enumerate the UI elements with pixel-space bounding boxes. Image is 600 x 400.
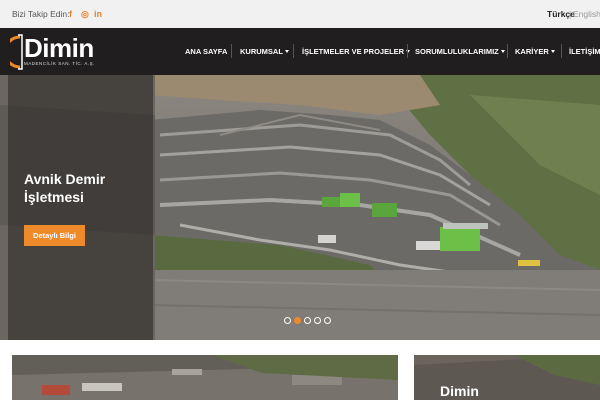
nav-separator	[407, 44, 408, 58]
language-separator: |	[569, 9, 572, 19]
nav-separator	[561, 44, 562, 58]
slider-dot[interactable]	[304, 317, 311, 324]
card-title: Dimin	[440, 383, 479, 399]
details-button[interactable]: Detaylı Bilgi	[24, 225, 85, 246]
slider-dot-active[interactable]	[294, 317, 301, 324]
nav-separator	[507, 44, 508, 58]
nav-corporate[interactable]: KURUMSAL	[240, 47, 289, 56]
nav-corporate-label: KURUMSAL	[240, 47, 283, 56]
nav-responsibilities[interactable]: SORUMLULUKLARIMIZ	[415, 47, 505, 56]
logo-subtitle: MADENCİLİK SAN. TİC. A.Ş.	[24, 61, 95, 66]
main-header: Dimin MADENCİLİK SAN. TİC. A.Ş. ANA SAYF…	[0, 28, 600, 75]
card-image	[12, 355, 398, 400]
nav-contact[interactable]: İLETİŞİM	[569, 47, 600, 56]
nav-home[interactable]: ANA SAYFA	[185, 47, 227, 56]
nav-operations-label: İŞLETMELER VE PROJELER	[302, 47, 405, 56]
nav-career-label: KARİYER	[515, 47, 549, 56]
facebook-icon[interactable]: f	[69, 8, 72, 20]
hero-title: Avnik Demir İşletmesi	[24, 171, 106, 205]
instagram-icon[interactable]: ◎	[81, 8, 89, 20]
project-card[interactable]	[12, 355, 398, 400]
nav-contact-label: İLETİŞİM	[569, 47, 600, 56]
slider-dot[interactable]	[324, 317, 331, 324]
slider-dot[interactable]	[314, 317, 321, 324]
language-english[interactable]: English	[573, 9, 600, 19]
nav-home-label: ANA SAYFA	[185, 47, 228, 56]
chevron-down-icon	[284, 50, 289, 53]
nav-operations-projects[interactable]: İŞLETMELER VE PROJELER	[302, 47, 411, 56]
hero-caption-panel	[8, 75, 153, 340]
nav-responsibilities-label: SORUMLULUKLARIMIZ	[415, 47, 499, 56]
company-card[interactable]: Dimin	[414, 355, 600, 400]
follow-us-label: Bizi Takip Edin:	[12, 9, 70, 19]
nav-separator	[231, 44, 232, 58]
hero-slider: Avnik Demir İşletmesi Detaylı Bilgi	[0, 75, 600, 340]
linkedin-icon[interactable]: in	[94, 8, 102, 20]
chevron-down-icon	[500, 50, 505, 53]
slider-dot[interactable]	[284, 317, 291, 324]
top-bar: Bizi Takip Edin: f ◎ in Türkçe | English	[0, 0, 600, 28]
nav-career[interactable]: KARİYER	[515, 47, 555, 56]
dimin-logo[interactable]: Dimin MADENCİLİK SAN. TİC. A.Ş.	[10, 33, 94, 71]
chevron-down-icon	[550, 50, 555, 53]
nav-separator	[293, 44, 294, 58]
logo-text: Dimin	[24, 33, 94, 63]
